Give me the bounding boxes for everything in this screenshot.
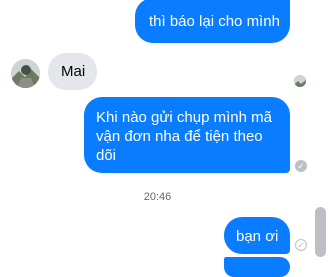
message-text: thì báo lại cho mình xyxy=(149,13,280,30)
message-timestamp: 20:46 xyxy=(143,191,172,203)
contact-avatar[interactable] xyxy=(11,59,40,88)
sent-check-icon: ✓ xyxy=(295,239,307,251)
avatar-photo xyxy=(11,59,40,88)
message-bubble-outgoing-partial[interactable] xyxy=(224,257,290,277)
message-bubble-outgoing[interactable]: thì báo lại cho mình xyxy=(135,0,290,43)
message-bubble-outgoing[interactable]: Khi nào gửi chụp mình mã vận đơn nha để … xyxy=(84,97,290,173)
seen-check-icon: ✓ xyxy=(295,160,307,172)
scrollbar-thumb[interactable] xyxy=(315,207,326,257)
message-bubble-incoming[interactable]: Mai xyxy=(48,53,97,90)
message-bubble-outgoing[interactable]: bạn ơi xyxy=(224,217,290,254)
message-text: Khi nào gửi chụp mình mã vận đơn nha để … xyxy=(96,109,272,164)
message-text: Mai xyxy=(61,63,86,80)
message-thread[interactable]: thì báo lại cho mình Mai Khi nào gửi chụ… xyxy=(0,0,332,277)
message-text: bạn ơi xyxy=(236,228,279,245)
seen-avatar-icon xyxy=(294,75,306,87)
